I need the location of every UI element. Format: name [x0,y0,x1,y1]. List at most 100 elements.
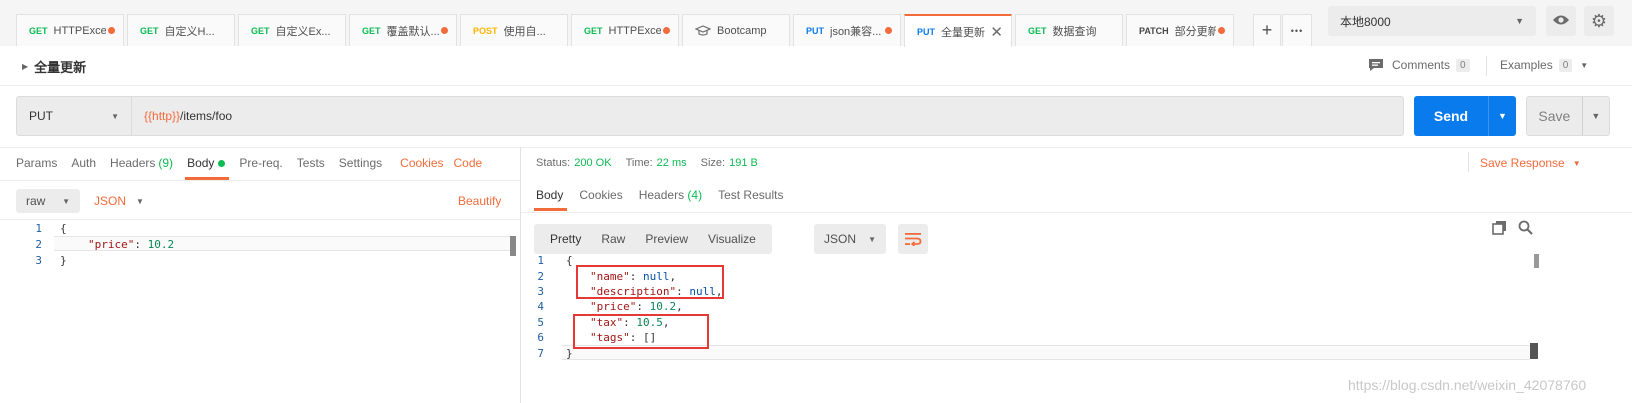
code-link[interactable]: Code [454,150,483,180]
wrap-lines-button[interactable] [898,224,928,254]
save-label: Save [1538,108,1571,124]
beautify-link[interactable]: Beautify [458,194,501,208]
examples-label: Examples [1500,58,1553,72]
code-line: "price": 10.2, [590,300,683,313]
unsaved-dot-icon [885,27,892,34]
tab-request-11[interactable]: PATCH 部分更新 [1126,14,1234,46]
view-visualize-button[interactable]: Visualize [698,232,766,246]
tab-tests[interactable]: Tests [297,150,325,180]
request-tabs-strip: GET HTTPExce... GET 自定义H... GET 自定义Ex...… [16,14,1237,47]
time-label: Time: [625,157,653,169]
save-response-label: Save Response [1480,156,1565,170]
tab-request-4[interactable]: GET 覆盖默认... [349,14,457,46]
tab-headers[interactable]: Headers (9) [110,150,173,180]
unsaved-dot-icon [108,27,115,34]
line-number: 1 [537,254,544,267]
environment-name: 本地8000 [1340,14,1391,29]
response-format-value: JSON [824,232,857,246]
tab-title: 覆盖默认... [386,25,439,38]
tab-title: 使用自... [503,25,546,38]
gear-icon: ⚙ [1590,10,1608,31]
comments-button[interactable]: Comments 0 [1368,58,1470,72]
body-format-select[interactable]: JSON ▼ [94,189,144,213]
chevron-down-icon: ▼ [1580,60,1589,70]
line-number: 3 [35,254,42,267]
response-headers-label: Headers [638,188,685,202]
tab-request-1[interactable]: GET HTTPExce... [16,14,124,46]
tab-title: 自定义Ex... [275,25,331,38]
tab-title: HTTPExce... [608,24,661,37]
response-tab-headers[interactable]: Headers (4) [639,188,702,202]
tab-request-6[interactable]: GET HTTPExce... [571,14,679,46]
copy-icon[interactable] [1492,220,1507,238]
environment-select[interactable]: 本地8000 ▼ [1328,6,1536,36]
graduation-cap-icon [695,24,711,37]
cookies-link[interactable]: Cookies [400,150,443,180]
line-number: 4 [537,300,544,313]
tab-settings[interactable]: Settings [339,150,382,180]
time-value[interactable]: 22 ms [657,157,687,169]
url-input[interactable]: {{http}} /items/foo [132,96,1404,136]
size-value[interactable]: 191 B [729,157,758,169]
environment-quick-look-button[interactable] [1546,6,1576,36]
unsaved-dot-icon [663,27,670,34]
divider [1468,152,1469,172]
response-tab-cookies[interactable]: Cookies [579,188,622,202]
view-raw-button[interactable]: Raw [591,232,635,246]
close-tab-icon[interactable]: ✕ [990,23,1003,41]
status-value[interactable]: 200 OK [574,157,611,169]
more-tabs-button[interactable]: ••• [1282,14,1312,46]
tab-body[interactable]: Body [185,150,230,180]
tab-request-5[interactable]: POST 使用自... [460,14,568,46]
save-button[interactable]: Save ▼ [1526,96,1610,136]
viewer-scrollbar[interactable] [1534,254,1539,268]
code-line: { [566,254,573,267]
tab-title: HTTPExce... [53,24,106,37]
save-response-button[interactable]: Save Response ▼ [1480,156,1581,170]
tab-prereq[interactable]: Pre-req. [239,150,282,180]
save-options-chevron-icon[interactable]: ▼ [1581,97,1609,135]
tab-request-3[interactable]: GET 自定义Ex... [238,14,346,46]
manage-environments-button[interactable]: ⚙ [1584,6,1614,36]
response-format-select[interactable]: JSON ▼ [814,224,886,254]
wrap-lines-icon [904,232,922,246]
request-config-tabs: Params Auth Headers (9) Body Pre-req. Te… [16,150,496,180]
tab-request-active[interactable]: PUT 全量更新 ✕ [904,14,1012,47]
examples-button[interactable]: Examples 0 ▼ [1500,58,1588,72]
tab-request-8[interactable]: PUT json兼容... [793,14,901,46]
send-label: Send [1433,108,1469,124]
new-tab-button[interactable]: + [1253,14,1281,46]
tab-params[interactable]: Params [16,150,57,180]
url-variable: {{http}} [144,109,181,123]
method-badge: PUT [806,25,824,36]
method-badge: PUT [917,26,935,37]
headers-count: (9) [158,156,174,170]
tab-title: 全量更新 [941,26,985,39]
chevron-down-icon: ▼ [111,111,119,121]
view-pretty-button[interactable]: Pretty [540,232,591,246]
editor-scrollbar[interactable] [510,236,516,256]
tab-request-10[interactable]: GET 数据查询 [1015,14,1123,46]
line-number: 2 [35,238,42,251]
body-mode-select[interactable]: raw ▼ [16,189,80,213]
body-format-value: JSON [94,194,127,208]
unsaved-dot-icon [1218,27,1225,34]
response-tab-body[interactable]: Body [533,188,568,211]
eye-icon [1552,14,1570,29]
tab-auth[interactable]: Auth [71,150,96,180]
tab-bootcamp[interactable]: Bootcamp [682,14,790,46]
method-select[interactable]: PUT ▼ [16,96,132,136]
annotation-box [573,314,709,349]
comments-count: 0 [1456,58,1470,72]
response-tabs: Body Cookies Headers (4) Test Results [533,188,799,211]
view-preview-button[interactable]: Preview [635,232,698,246]
send-button[interactable]: Send ▼ [1414,96,1516,136]
send-options-chevron-icon[interactable]: ▼ [1488,96,1516,136]
viewer-scroll-thumb[interactable] [1530,343,1538,359]
response-tab-test-results[interactable]: Test Results [718,188,783,202]
request-name[interactable]: ▶ 全量更新 [22,57,86,76]
code-line: "price": 10.2 [88,238,175,251]
tab-request-2[interactable]: GET 自定义H... [127,14,235,46]
search-icon[interactable] [1518,220,1533,238]
method-badge: GET [251,25,270,36]
